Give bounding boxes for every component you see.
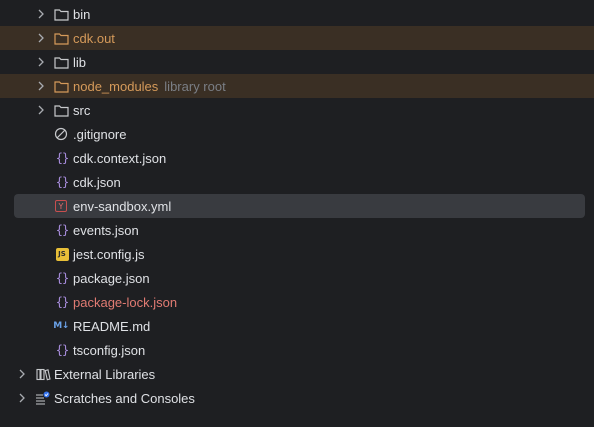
tree-item-label: bin — [73, 6, 91, 22]
tree-item-scratches-and-consoles[interactable]: Scratches and Consoles — [0, 386, 594, 410]
chevron-right-icon[interactable] — [16, 392, 28, 404]
chevron-right-icon[interactable] — [35, 56, 47, 68]
tree-item-label: cdk.out — [73, 30, 115, 46]
project-tree: bin cdk.out lib node_modules library root — [0, 0, 594, 427]
tree-item-bin[interactable]: bin — [0, 2, 594, 26]
tree-item-label: .gitignore — [73, 126, 127, 142]
tree-item-events-json[interactable]: {} events.json — [0, 218, 594, 242]
tree-item-package-lock-json[interactable]: {} package-lock.json — [0, 290, 594, 314]
library-icon — [35, 366, 51, 382]
markdown-file-icon: M↓ — [53, 321, 69, 331]
yaml-file-icon: Y — [53, 198, 69, 214]
tree-item-label: env-sandbox.yml — [73, 198, 172, 214]
library-root-hint: library root — [164, 78, 226, 94]
folder-icon — [53, 102, 69, 118]
json-braces-icon: {} — [55, 271, 69, 285]
tree-item-label-group: node_modules library root — [73, 79, 226, 94]
json-braces-icon: {} — [55, 295, 69, 309]
tree-item-label: cdk.context.json — [73, 150, 167, 166]
tree-item-tsconfig-json[interactable]: {} tsconfig.json — [0, 338, 594, 362]
tree-item-label: External Libraries — [54, 366, 156, 382]
chevron-right-icon[interactable] — [35, 104, 47, 116]
tree-item-label: src — [73, 102, 91, 118]
json-braces-icon: {} — [55, 151, 69, 165]
tree-item-label: lib — [73, 54, 87, 70]
excluded-folder-icon — [53, 30, 69, 46]
tree-item-label: events.json — [73, 222, 139, 238]
json-braces-icon: {} — [55, 223, 69, 237]
scratches-icon — [35, 390, 51, 406]
chevron-right-icon[interactable] — [35, 80, 47, 92]
tree-item-gitignore[interactable]: .gitignore — [0, 122, 594, 146]
tree-item-lib[interactable]: lib — [0, 50, 594, 74]
tree-item-label: jest.config.js — [73, 246, 145, 262]
folder-icon — [53, 6, 69, 22]
ignore-file-icon — [53, 126, 69, 142]
folder-icon — [53, 54, 69, 70]
tree-item-label: README.md — [73, 318, 151, 334]
json-braces-icon: {} — [55, 343, 69, 357]
tree-item-cdk-json[interactable]: {} cdk.json — [0, 170, 594, 194]
chevron-right-icon[interactable] — [16, 368, 28, 380]
tree-item-external-libraries[interactable]: External Libraries — [0, 362, 594, 386]
tree-item-label: package-lock.json — [73, 294, 178, 310]
tree-item-label: cdk.json — [73, 174, 121, 190]
chevron-right-icon[interactable] — [35, 8, 47, 20]
tree-item-label: node_modules — [73, 78, 159, 94]
tree-item-node-modules[interactable]: node_modules library root — [0, 74, 594, 98]
excluded-folder-icon — [53, 78, 69, 94]
tree-item-src[interactable]: src — [0, 98, 594, 122]
tree-item-cdk-context-json[interactable]: {} cdk.context.json — [0, 146, 594, 170]
chevron-right-icon[interactable] — [35, 32, 47, 44]
tree-item-label: Scratches and Consoles — [54, 390, 195, 406]
tree-item-env-sandbox-yml[interactable]: Y env-sandbox.yml — [14, 194, 585, 218]
tree-item-package-json[interactable]: {} package.json — [0, 266, 594, 290]
tree-item-label: tsconfig.json — [73, 342, 146, 358]
json-braces-icon: {} — [55, 175, 69, 189]
tree-item-label: package.json — [73, 270, 150, 286]
tree-item-readme-md[interactable]: M↓ README.md — [0, 314, 594, 338]
tree-item-jest-config-js[interactable]: JS jest.config.js — [0, 242, 594, 266]
tree-item-cdk-out[interactable]: cdk.out — [0, 26, 594, 50]
javascript-file-icon: JS — [54, 246, 70, 262]
